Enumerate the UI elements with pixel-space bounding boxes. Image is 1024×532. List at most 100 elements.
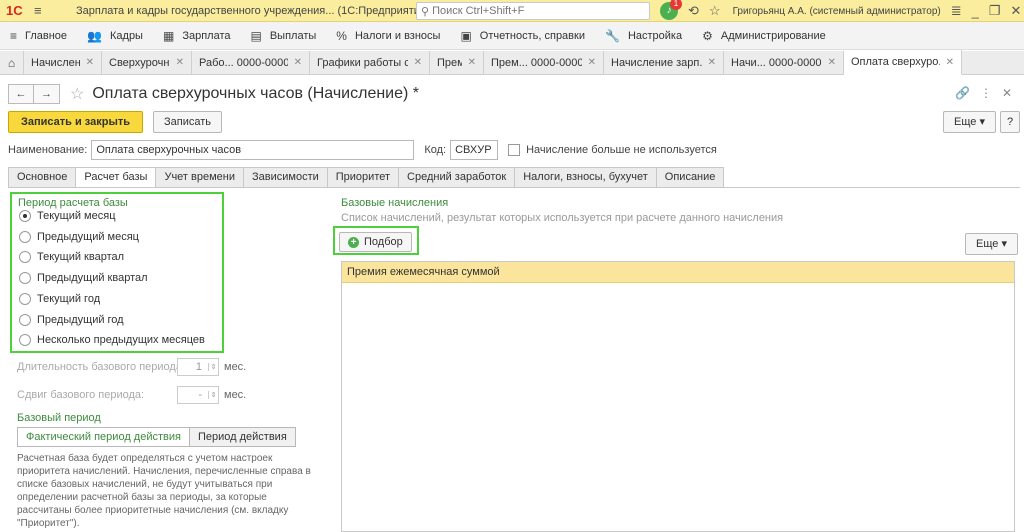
base-period-switch: Фактический период действия Период дейст… [17,427,296,447]
open-tab[interactable]: Рабо... 0000-000001 ✕ [192,50,310,75]
period-option[interactable]: Текущий год [19,292,100,305]
menu-item-1[interactable]: 👥 Кадры [81,29,157,43]
hamburger-icon[interactable]: ≡ [34,3,52,18]
global-search[interactable]: ⚲ [416,2,650,20]
code-label: Код: [424,144,447,156]
menu-item-4[interactable]: % Налоги и взносы [330,29,454,43]
open-tab[interactable]: Начисления ✕ [24,50,102,75]
table-icon: ▤ [250,28,262,43]
form-tabs: Основное Расчет базы Учет времени Зависимос… [8,167,725,188]
menu-item-7[interactable]: ⚙ Администрирование [696,29,840,43]
open-tab[interactable]: Графики работы с... ✕ [310,50,430,75]
code-input[interactable]: СВХУР [450,140,499,160]
save-and-close-button[interactable]: Записать и закрыть [8,111,144,133]
form-tab[interactable]: Учет времени [155,167,243,188]
close-tab-icon[interactable]: ✕ [588,57,596,68]
minimize-icon[interactable]: _ [972,4,979,19]
notification-bell-icon[interactable]: ♪ 1 [660,0,682,20]
duration-label: Длительность базового периода: [17,361,186,373]
close-tab-icon[interactable]: ✕ [828,57,836,68]
back-button[interactable]: ← [8,84,34,104]
period-group: Период расчета базы Текущий месяц Предыду… [10,192,224,353]
period-option[interactable]: Предыдущий квартал [19,272,148,285]
radio-icon [19,272,31,285]
menu-item-3[interactable]: ▤ Выплаты [244,29,330,43]
name-input[interactable]: Оплата сверхурочных часов [91,140,415,160]
close-icon[interactable]: ✕ [1011,3,1022,19]
duration-stepper[interactable]: 1 ⇕ [177,358,219,376]
form-header: ← → ☆ Оплата сверхурочных часов (Начисле… [8,84,419,104]
base-accruals-table[interactable]: Премия ежемесячная суммой [341,261,1015,532]
period-option[interactable]: Предыдущий месяц [19,230,139,243]
close-tab-icon[interactable]: ✕ [414,57,422,68]
search-input[interactable] [432,5,643,17]
form-tab[interactable]: Средний заработок [398,167,515,188]
form-tab[interactable]: Приоритет [326,167,399,188]
more-actions-icon[interactable]: ⋮ [980,86,992,100]
close-tab-icon[interactable]: ✕ [176,57,184,68]
not-used-checkbox[interactable] [508,144,521,156]
more-button[interactable]: Еще ▾ [943,111,996,133]
close-form-icon[interactable]: ✕ [1002,86,1012,100]
open-tab[interactable]: Оплата сверхуро... ✕ [844,50,962,75]
base-accruals-more-button[interactable]: Еще ▾ [965,233,1018,255]
duration-unit: мес. [224,361,247,373]
history-icon[interactable]: ⟲ [688,3,699,19]
open-tab-label: Оплата сверхуро... [851,56,940,68]
shift-stepper[interactable]: - ⇕ [177,386,219,404]
period-option-label: Предыдущий квартал [37,272,148,285]
open-tab[interactable]: Сверхурочные ✕ [102,50,192,75]
period-group-title: Период расчета базы [18,197,128,209]
open-tab[interactable]: Премии ✕ [430,50,484,75]
current-user[interactable]: Григорьянц А.А. (системный администратор… [733,6,941,17]
menu-item-2[interactable]: ▦ Зарплата [157,29,245,43]
menu-item-6[interactable]: 🔧 Настройка [599,29,696,43]
period-option-label: Текущий квартал [37,251,125,264]
restore-icon[interactable]: ❐ [989,3,1001,19]
close-tab-icon[interactable]: ✕ [294,57,302,68]
menu-item-label: Налоги и взносы [354,29,441,42]
action-period-option[interactable]: Период действия [189,427,296,447]
radio-icon [19,230,31,243]
base-period-title: Базовый период [17,412,101,424]
home-icon[interactable]: ⌂ [0,50,24,75]
pick-button[interactable]: + Подбор [339,232,412,252]
base-accruals-subtitle: Список начислений, результат которых исп… [341,212,784,224]
favorites-star-icon[interactable]: ☆ [709,3,721,19]
open-tab[interactable]: Начи... 0000-000015 ✕ [724,50,844,75]
open-tab-label: Прем... 0000-000001 [491,56,582,69]
save-button[interactable]: Записать [153,111,223,133]
1c-logo: 1С [6,3,23,18]
period-option-label: Предыдущий год [37,313,124,326]
link-icon[interactable]: 🔗 [955,86,970,100]
form-tab[interactable]: Налоги, взносы, бухучет [514,167,656,188]
form-tab[interactable]: Расчет базы [75,167,156,188]
period-option[interactable]: Предыдущий год [19,313,124,326]
close-tab-icon[interactable]: ✕ [468,57,476,68]
radio-icon [19,210,31,222]
table-row[interactable]: Премия ежемесячная суммой [342,262,1014,283]
form-tab[interactable]: Зависимости [243,167,327,188]
form-tab[interactable]: Основное [8,167,76,188]
base-period-note: Расчетная база будет определяться с учет… [17,453,311,529]
close-tab-icon[interactable]: ✕ [86,57,94,68]
close-tab-icon[interactable]: ✕ [708,57,716,68]
period-option[interactable]: Текущий квартал [19,251,125,264]
form-tab[interactable]: Описание [655,167,725,188]
forward-button[interactable]: → [34,84,60,104]
name-label: Наименование: [8,144,88,156]
settings-menu-icon[interactable]: ≣ [951,3,962,19]
notification-count-badge: 1 [670,0,682,10]
radio-icon [19,251,31,264]
favorite-star-icon[interactable]: ☆ [70,84,84,104]
menu-item-label: Настройка [627,29,683,42]
menu-item-5[interactable]: ▣ Отчетность, справки [454,29,599,43]
close-tab-icon[interactable]: ✕ [946,57,954,68]
period-option[interactable]: Текущий месяц [19,210,116,222]
open-tab[interactable]: Начисление зарп... ✕ [604,50,724,75]
menu-item-0[interactable]: ≡ Главное [4,29,81,43]
period-option[interactable]: Несколько предыдущих месяцев [19,334,205,347]
actual-period-option[interactable]: Фактический период действия [17,427,190,447]
open-tab[interactable]: Прем... 0000-000001 ✕ [484,50,604,75]
help-button[interactable]: ? [1000,111,1020,133]
